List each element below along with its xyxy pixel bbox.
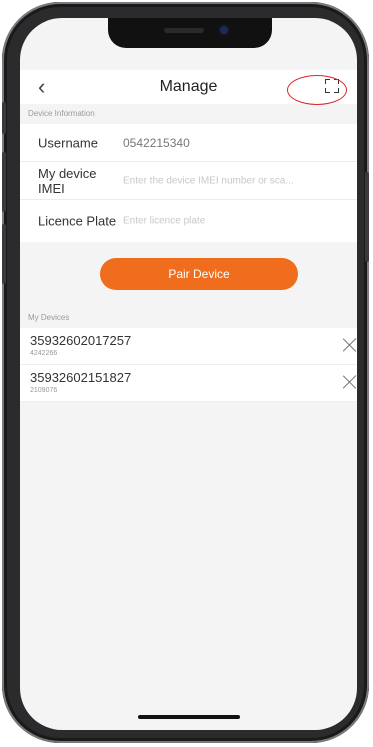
plate-input[interactable]: Enter licence plate <box>123 216 349 227</box>
imei-input[interactable]: Enter the device IMEI number or sca... <box>123 175 349 186</box>
scan-icon[interactable] <box>287 75 347 105</box>
notch <box>108 18 272 48</box>
device-code: 2109076 <box>30 387 58 394</box>
annotation-circle <box>287 75 347 105</box>
device-info-form: Username 0542215340 My device IMEI Enter… <box>20 124 357 242</box>
device-info-section-label: Device Information <box>28 109 95 118</box>
close-icon[interactable] <box>343 375 357 389</box>
plate-label: Licence Plate <box>38 213 117 229</box>
nav-bar: ‹ Manage <box>20 70 357 105</box>
device-imei: 35932602017257 <box>30 333 132 348</box>
close-icon[interactable] <box>343 338 357 352</box>
my-devices-section-label: My Devices <box>28 313 70 322</box>
volume-up-button <box>2 152 6 212</box>
camera <box>220 26 228 34</box>
username-label: Username <box>38 135 98 150</box>
volume-down-button <box>2 224 6 284</box>
device-list: 35932602017257 4242266 35932602151827 21… <box>20 328 357 402</box>
device-imei: 35932602151827 <box>30 370 132 385</box>
pair-device-button[interactable]: Pair Device <box>100 258 298 290</box>
mute-switch <box>2 102 6 134</box>
username-row: Username 0542215340 <box>20 124 357 162</box>
imei-row: My device IMEI Enter the device IMEI num… <box>20 162 357 200</box>
imei-label: My device IMEI <box>38 165 97 196</box>
list-item[interactable]: 35932602151827 2109076 <box>20 365 357 402</box>
plate-row: Licence Plate Enter licence plate <box>20 200 357 242</box>
phone-frame: ‹ Manage Device Information Username 054… <box>2 2 369 743</box>
device-code: 4242266 <box>30 350 58 357</box>
username-value: 0542215340 <box>123 135 190 150</box>
list-item[interactable]: 35932602017257 4242266 <box>20 328 357 365</box>
home-indicator <box>138 715 240 719</box>
speaker <box>164 28 204 33</box>
power-button <box>365 172 369 262</box>
phone-screen: ‹ Manage Device Information Username 054… <box>20 18 357 730</box>
